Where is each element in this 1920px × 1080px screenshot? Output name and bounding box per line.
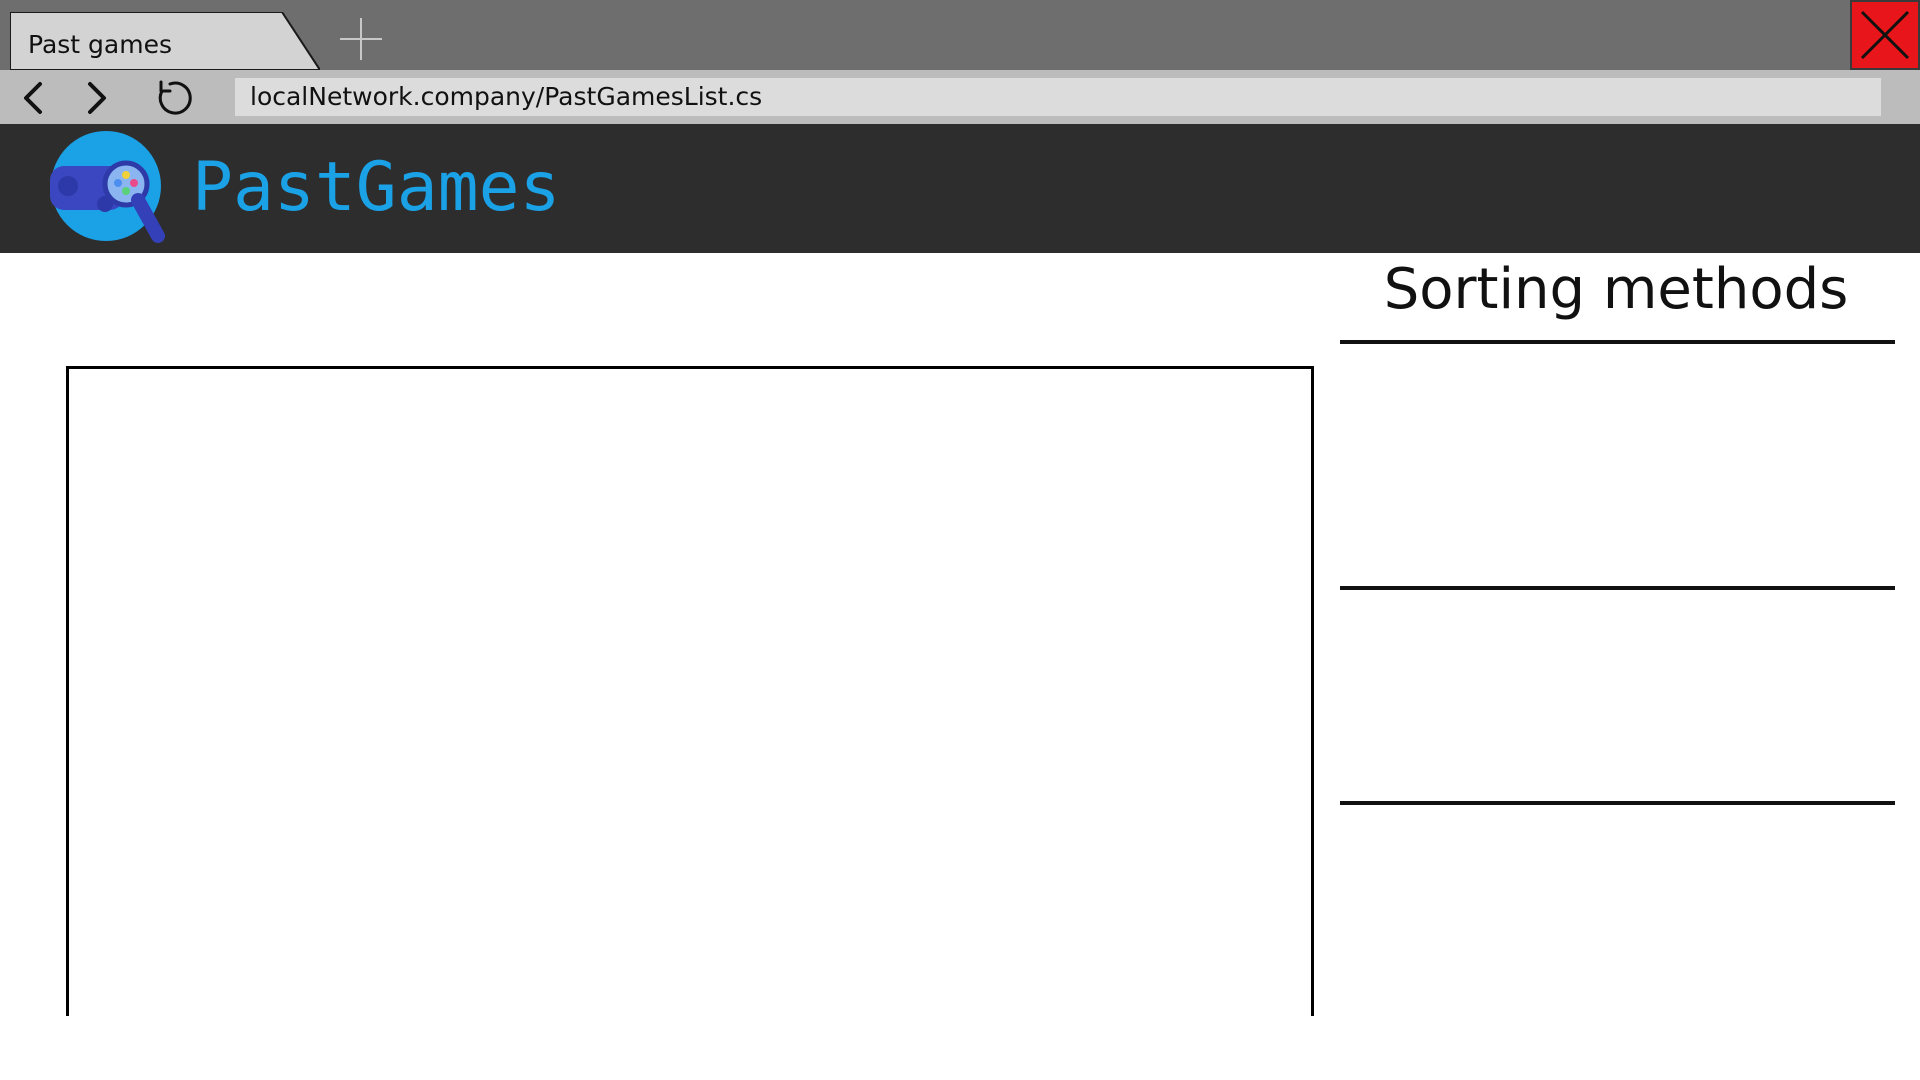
gamepad-magnifier-logo[interactable] <box>48 130 168 245</box>
chevron-left-icon <box>24 82 42 114</box>
close-icon <box>1850 0 1920 70</box>
tab-title: Past games <box>28 30 172 59</box>
browser-toolbar: localNetwork.company/PastGamesList.cs <box>0 70 1920 124</box>
browser-tab-bar: Past games <box>0 0 1920 70</box>
sorting-divider <box>1340 801 1895 805</box>
sorting-divider <box>1340 586 1895 590</box>
close-window-button[interactable] <box>1850 0 1920 70</box>
browser-tab-past-games[interactable]: Past games <box>10 12 320 70</box>
chevron-right-icon <box>88 82 106 114</box>
plus-icon <box>340 18 382 60</box>
reload-button[interactable] <box>152 78 196 118</box>
address-bar[interactable]: localNetwork.company/PastGamesList.cs <box>235 78 1881 116</box>
sorting-methods-heading: Sorting methods <box>1383 257 1849 322</box>
back-button[interactable] <box>12 78 56 118</box>
past-games-list <box>66 366 1314 1016</box>
reload-icon <box>158 80 192 115</box>
sorting-divider <box>1340 340 1895 344</box>
logo-graphic <box>50 131 165 243</box>
site-brand-name[interactable]: PastGames <box>192 146 560 230</box>
address-url: localNetwork.company/PastGamesList.cs <box>250 82 763 111</box>
new-tab-button[interactable] <box>336 14 386 64</box>
site-header: PastGames <box>0 124 1920 253</box>
forward-button[interactable] <box>74 78 118 118</box>
